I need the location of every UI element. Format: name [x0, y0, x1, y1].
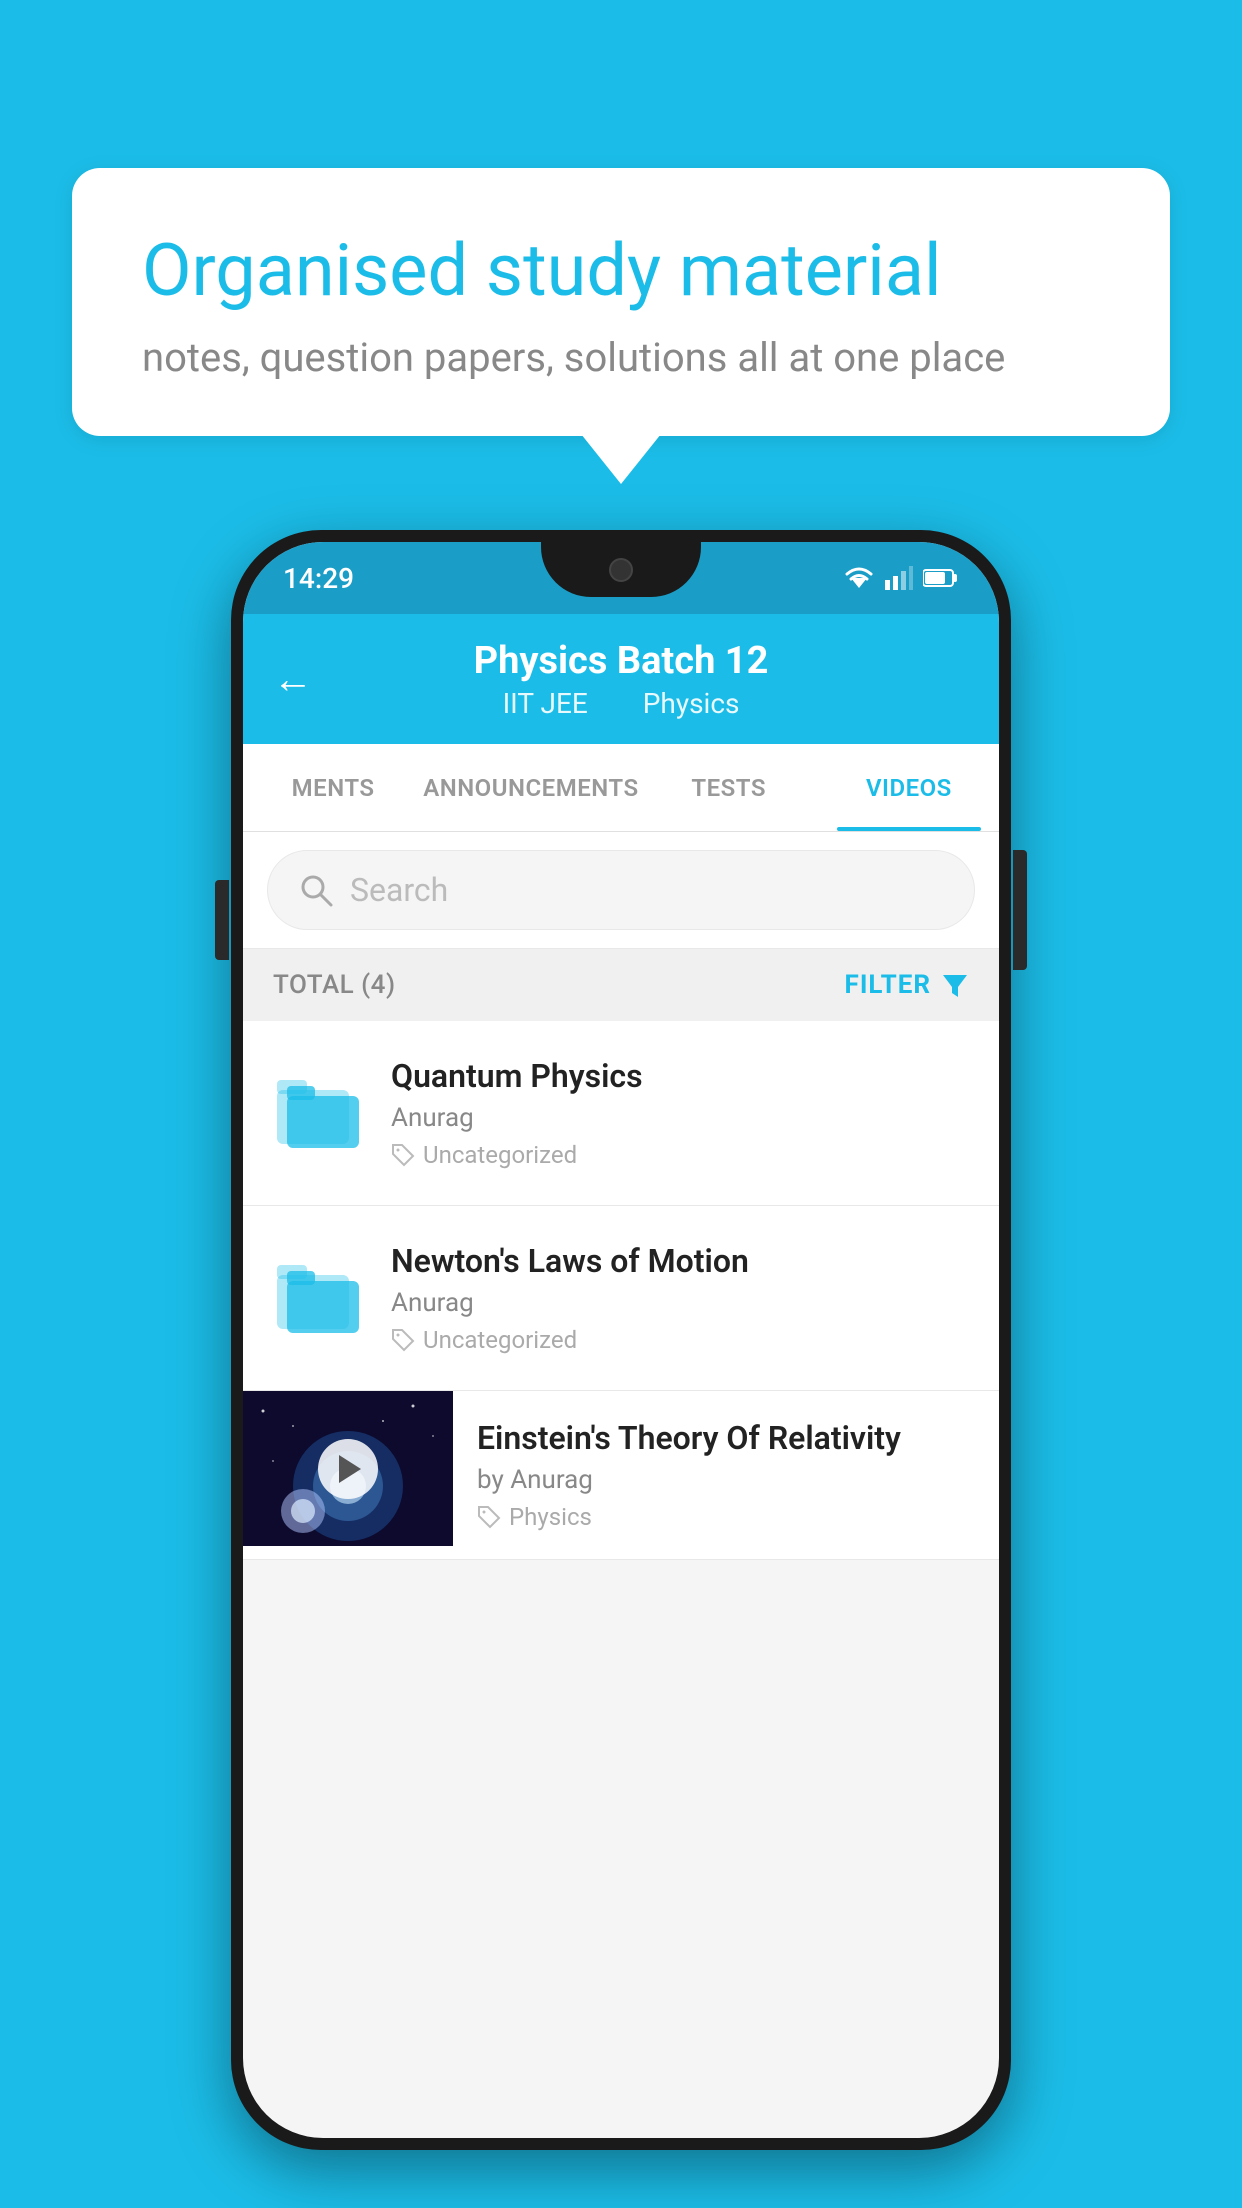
tag-icon — [391, 1143, 415, 1167]
video-thumbnail — [243, 1391, 453, 1546]
phone-notch — [541, 542, 701, 597]
search-input[interactable]: Search — [350, 871, 448, 909]
item-author: Anurag — [391, 1103, 969, 1133]
folder-icon — [277, 1261, 359, 1335]
folder-icon — [277, 1076, 359, 1150]
filter-icon — [941, 971, 969, 999]
video-details: Einstein's Theory Of Relativity by Anura… — [453, 1391, 999, 1559]
phone-screen: 14:29 — [243, 542, 999, 2138]
app-bar: ← Physics Batch 12 IIT JEE Physics — [243, 614, 999, 744]
subtitle-part2: Physics — [643, 687, 740, 720]
item-author: Anurag — [391, 1288, 969, 1318]
subtitle-part1: IIT JEE — [503, 687, 588, 720]
tag-label: Uncategorized — [423, 1141, 577, 1169]
item-details: Quantum Physics Anurag Uncategorized — [391, 1057, 969, 1169]
tab-announcements[interactable]: ANNOUNCEMENTS — [423, 744, 638, 831]
folder-icon-container — [273, 1068, 363, 1158]
play-button[interactable] — [318, 1439, 378, 1499]
speech-bubble-card: Organised study material notes, question… — [72, 168, 1170, 436]
tag-icon — [391, 1328, 415, 1352]
tab-bar: MENTS ANNOUNCEMENTS TESTS VIDEOS — [243, 744, 999, 832]
search-icon — [298, 872, 334, 908]
video-title: Einstein's Theory Of Relativity — [477, 1419, 975, 1457]
filter-button[interactable]: FILTER — [845, 970, 969, 1000]
signal-icon — [885, 566, 913, 590]
tab-tests[interactable]: TESTS — [639, 744, 819, 831]
camera — [609, 558, 633, 582]
status-time: 14:29 — [283, 562, 354, 595]
item-tag: Uncategorized — [391, 1326, 969, 1354]
tab-videos[interactable]: VIDEOS — [819, 744, 999, 831]
phone-frame: 14:29 — [231, 530, 1011, 2150]
item-tag: Uncategorized — [391, 1141, 969, 1169]
speech-bubble-title: Organised study material — [142, 228, 1100, 314]
item-details: Newton's Laws of Motion Anurag Uncategor… — [391, 1242, 969, 1354]
list-item-video[interactable]: Einstein's Theory Of Relativity by Anura… — [243, 1391, 999, 1560]
play-button-overlay — [243, 1391, 453, 1546]
status-icons — [843, 566, 959, 590]
folder-icon-container — [273, 1253, 363, 1343]
tag-label: Uncategorized — [423, 1326, 577, 1354]
status-bar: 14:29 — [243, 542, 999, 614]
tab-ments-label: MENTS — [292, 774, 375, 802]
app-bar-subtitle: IIT JEE Physics — [491, 687, 752, 720]
tab-ments[interactable]: MENTS — [243, 744, 423, 831]
total-count: TOTAL (4) — [273, 970, 396, 1000]
tab-videos-label: VIDEOS — [866, 774, 952, 802]
wifi-icon — [843, 566, 875, 590]
tab-announcements-label: ANNOUNCEMENTS — [423, 774, 638, 802]
app-bar-title: Physics Batch 12 — [474, 639, 769, 683]
speech-bubble-subtitle: notes, question papers, solutions all at… — [142, 334, 1100, 381]
list-item[interactable]: Quantum Physics Anurag Uncategorized — [243, 1021, 999, 1206]
tab-tests-label: TESTS — [691, 774, 766, 802]
item-title: Newton's Laws of Motion — [391, 1242, 969, 1280]
battery-icon — [923, 568, 959, 588]
filter-bar: TOTAL (4) FILTER — [243, 949, 999, 1021]
search-container: Search — [243, 832, 999, 949]
video-tag: Physics — [477, 1503, 975, 1531]
list-item[interactable]: Newton's Laws of Motion Anurag Uncategor… — [243, 1206, 999, 1391]
content-list: Quantum Physics Anurag Uncategorized — [243, 1021, 999, 1560]
filter-label: FILTER — [845, 970, 931, 1000]
tag-label: Physics — [509, 1503, 592, 1531]
video-author: by Anurag — [477, 1465, 975, 1495]
play-triangle — [339, 1455, 361, 1483]
back-button[interactable]: ← — [273, 656, 313, 703]
tag-icon — [477, 1505, 501, 1529]
search-box[interactable]: Search — [267, 850, 975, 930]
item-title: Quantum Physics — [391, 1057, 969, 1095]
